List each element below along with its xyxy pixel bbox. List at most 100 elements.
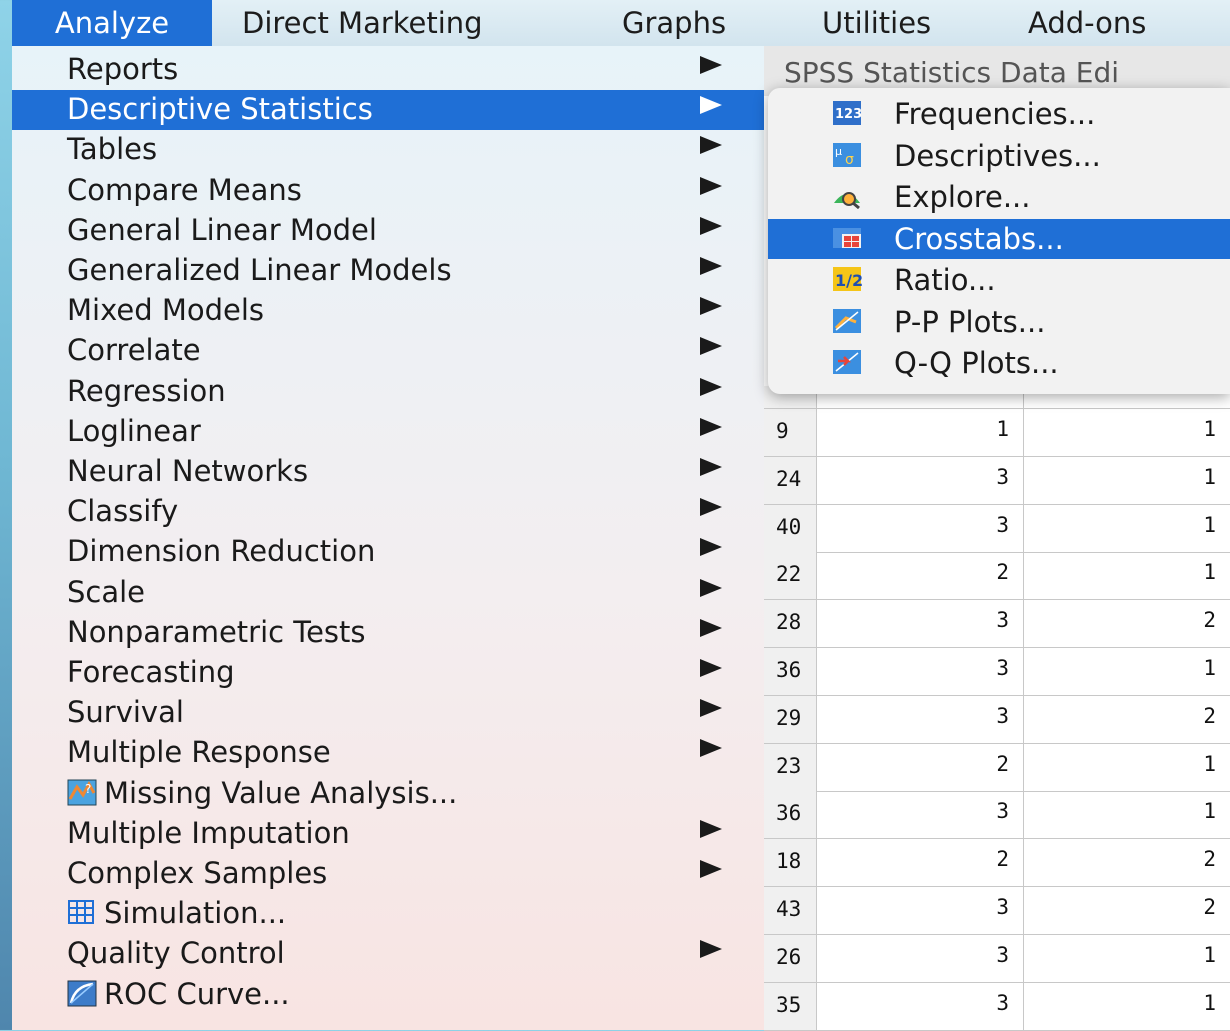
submenu-arrow-icon xyxy=(700,618,722,637)
menu-item-missing-value-analysis[interactable]: ? Missing Value Analysis... xyxy=(12,774,764,814)
submenu-item-label: Q-Q Plots... xyxy=(894,346,1059,380)
submenu-arrow-icon xyxy=(700,96,722,115)
table-cell[interactable]: 1 xyxy=(817,409,1024,456)
table-cell[interactable]: 2 xyxy=(817,743,1024,791)
menu-item-label: Multiple Imputation xyxy=(67,815,350,850)
row-header-cell[interactable]: 36 xyxy=(764,648,817,695)
submenu-arrow-icon xyxy=(700,860,722,878)
row-header-cell[interactable]: 23 xyxy=(764,743,817,791)
table-cell[interactable]: 1 xyxy=(1024,457,1230,504)
menu-item-mixed-models[interactable]: Mixed Models xyxy=(12,291,764,331)
row-header-cell[interactable]: 40 xyxy=(764,504,817,552)
menu-item-label: Tables xyxy=(67,132,158,167)
cell-value: 3 xyxy=(996,464,1009,489)
menu-item-roc-curve[interactable]: ROC Curve... xyxy=(12,975,764,1015)
cell-value: 3 xyxy=(996,942,1009,967)
table-row: 24 3 1 xyxy=(764,456,1230,505)
table-cell[interactable]: 1 xyxy=(1024,505,1230,552)
menu-item-label: Dimension Reduction xyxy=(67,534,376,569)
row-header-cell[interactable]: 9 xyxy=(764,409,817,456)
submenu-item-q-q-plots[interactable]: Q-Q Plots... xyxy=(768,343,1230,383)
menu-item-nonparametric-tests[interactable]: Nonparametric Tests xyxy=(12,613,764,653)
menu-item-multiple-imputation[interactable]: Multiple Imputation xyxy=(12,814,764,854)
table-cell[interactable]: 3 xyxy=(817,648,1024,695)
table-cell[interactable]: 2 xyxy=(817,552,1024,600)
menu-item-simulation[interactable]: Simulation... xyxy=(12,894,764,934)
submenu-item-p-p-plots[interactable]: P-P Plots... xyxy=(768,302,1230,342)
table-row: 29 3 2 xyxy=(764,695,1230,744)
row-header-cell[interactable]: 18 xyxy=(764,839,817,887)
menu-item-reports[interactable]: Reports xyxy=(12,50,764,90)
menu-item-general-linear-model[interactable]: General Linear Model xyxy=(12,211,764,251)
table-cell[interactable]: 3 xyxy=(817,887,1024,934)
table-cell[interactable]: 1 xyxy=(1024,744,1230,791)
menu-graphs[interactable]: Graphs xyxy=(592,0,792,46)
menu-item-compare-means[interactable]: Compare Means xyxy=(12,171,764,211)
menu-item-neural-networks[interactable]: Neural Networks xyxy=(12,452,764,492)
table-cell[interactable]: 3 xyxy=(817,600,1024,648)
table-cell[interactable]: 3 xyxy=(817,456,1024,504)
menu-item-scale[interactable]: Scale xyxy=(12,573,764,613)
menu-item-quality-control[interactable]: Quality Control xyxy=(12,934,764,974)
pp-plots-icon xyxy=(832,308,861,334)
cell-value: 26 xyxy=(776,944,802,969)
table-row: 43 3 2 xyxy=(764,887,1230,935)
table-cell[interactable]: 1 xyxy=(1024,552,1230,599)
menu-item-loglinear[interactable]: Loglinear xyxy=(12,412,764,452)
table-cell[interactable]: 2 xyxy=(1024,600,1230,647)
menu-item-forecasting[interactable]: Forecasting xyxy=(12,653,764,693)
cell-value: 29 xyxy=(776,705,802,730)
menu-add-ons[interactable]: Add-ons xyxy=(992,0,1192,46)
menu-item-regression[interactable]: Regression xyxy=(12,372,764,412)
menu-item-tables[interactable]: Tables xyxy=(12,130,764,170)
table-cell[interactable]: 3 xyxy=(817,695,1024,743)
row-header-cell[interactable]: 35 xyxy=(764,982,817,1030)
menu-item-label: Generalized Linear Models xyxy=(67,253,452,287)
row-header-cell[interactable]: 22 xyxy=(764,552,817,600)
row-header-cell[interactable]: 28 xyxy=(764,600,817,648)
submenu-item-crosstabs[interactable]: Crosstabs... xyxy=(768,218,1230,259)
row-header-cell[interactable]: 43 xyxy=(764,887,817,934)
row-header-cell[interactable]: 29 xyxy=(764,695,817,743)
menu-item-survival[interactable]: Survival xyxy=(12,693,764,733)
menu-item-descriptive-statistics[interactable]: Descriptive Statistics xyxy=(12,90,764,131)
submenu-arrow-icon xyxy=(700,56,722,74)
table-cell[interactable]: 3 xyxy=(817,934,1024,982)
submenu-item-frequencies[interactable]: 123 Frequencies... xyxy=(768,94,1230,134)
menu-utilities[interactable]: Utilities xyxy=(792,0,992,46)
menu-item-correlate[interactable]: Correlate xyxy=(12,331,764,371)
simulation-icon xyxy=(67,899,96,926)
row-header-cell[interactable]: 24 xyxy=(764,456,817,504)
menu-item-complex-samples[interactable]: Complex Samples xyxy=(12,854,764,894)
table-cell[interactable]: 3 xyxy=(817,791,1024,839)
submenu-arrow-icon xyxy=(700,216,722,235)
menu-item-multiple-response[interactable]: Multiple Response xyxy=(12,733,764,773)
menu-item-dimension-reduction[interactable]: Dimension Reduction xyxy=(12,532,764,572)
table-cell[interactable]: 2 xyxy=(1024,696,1230,743)
table-cell[interactable]: 3 xyxy=(817,504,1024,552)
submenu-item-ratio[interactable]: 1/2 Ratio... xyxy=(768,260,1230,300)
cell-value: 36 xyxy=(776,658,802,682)
table-cell[interactable]: 1 xyxy=(1024,409,1230,456)
submenu-item-descriptives[interactable]: μ σ Descriptives... xyxy=(768,136,1230,176)
table-cell[interactable]: 1 xyxy=(1024,648,1230,695)
cell-value: 2 xyxy=(996,751,1009,776)
table-cell[interactable]: 1 xyxy=(1024,983,1230,1030)
table-cell[interactable]: 1 xyxy=(1024,791,1230,838)
table-cell[interactable]: 3 xyxy=(817,982,1024,1030)
table-cell[interactable]: 2 xyxy=(1024,887,1230,934)
row-header-cell[interactable]: 36 xyxy=(764,791,817,839)
table-cell[interactable]: 2 xyxy=(1024,839,1230,886)
submenu-item-label: Explore... xyxy=(894,180,1031,214)
row-header-cell[interactable]: 26 xyxy=(764,934,817,982)
table-row: 22 2 1 xyxy=(764,552,1230,601)
menu-analyze[interactable]: Analyze xyxy=(12,0,212,46)
submenu-arrow-icon xyxy=(700,739,722,758)
submenu-item-explore[interactable]: Explore... xyxy=(768,177,1230,217)
menu-item-classify[interactable]: Classify xyxy=(12,492,764,532)
menu-direct-marketing[interactable]: Direct Marketing xyxy=(212,0,592,46)
menu-item-generalized-linear-models[interactable]: Generalized Linear Models xyxy=(12,251,764,291)
table-cell[interactable]: 2 xyxy=(817,839,1024,887)
submenu-arrow-icon xyxy=(700,417,722,436)
table-cell[interactable]: 1 xyxy=(1024,935,1230,982)
